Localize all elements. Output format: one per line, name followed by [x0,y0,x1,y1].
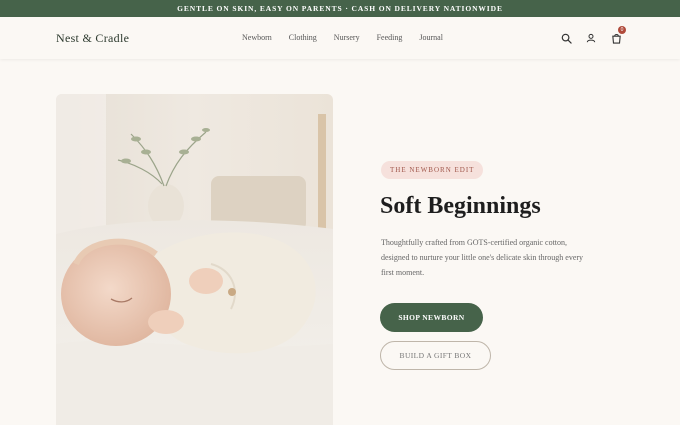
cart-icon[interactable]: 0 [608,26,626,46]
account-icon[interactable] [583,30,599,46]
nav-item-clothing[interactable]: Clothing [289,33,317,42]
hero-image-sleeping-baby [56,94,333,425]
collection-tag: THE NEWBORN EDIT [381,161,484,179]
brand-logo[interactable]: Nest & Cradle [56,31,129,46]
nav-item-nursery[interactable]: Nursery [334,33,360,42]
header-icons: 0 [549,26,626,46]
main-nav: Newborn Clothing Nursery Feeding Journal [242,33,460,42]
nav-item-journal[interactable]: Journal [419,33,443,42]
nav-item-newborn[interactable]: Newborn [242,33,272,42]
build-gift-box-button[interactable]: BUILD A GIFT BOX [380,341,491,370]
announcement-text: GENTLE ON SKIN, EASY ON PARENTS · CASH O… [177,4,503,13]
announcement-bar: GENTLE ON SKIN, EASY ON PARENTS · CASH O… [0,0,680,17]
nav-item-feeding[interactable]: Feeding [377,33,403,42]
search-icon[interactable] [558,30,574,46]
shop-newborn-button[interactable]: SHOP NEWBORN [380,303,483,332]
hero-description: Thoughtfully crafted from GOTS-certified… [381,238,584,277]
site-header: Nest & Cradle Newborn Clothing Nursery F… [0,17,680,59]
hero-title: Soft Beginnings [380,193,541,219]
cart-count-badge: 0 [618,26,626,34]
